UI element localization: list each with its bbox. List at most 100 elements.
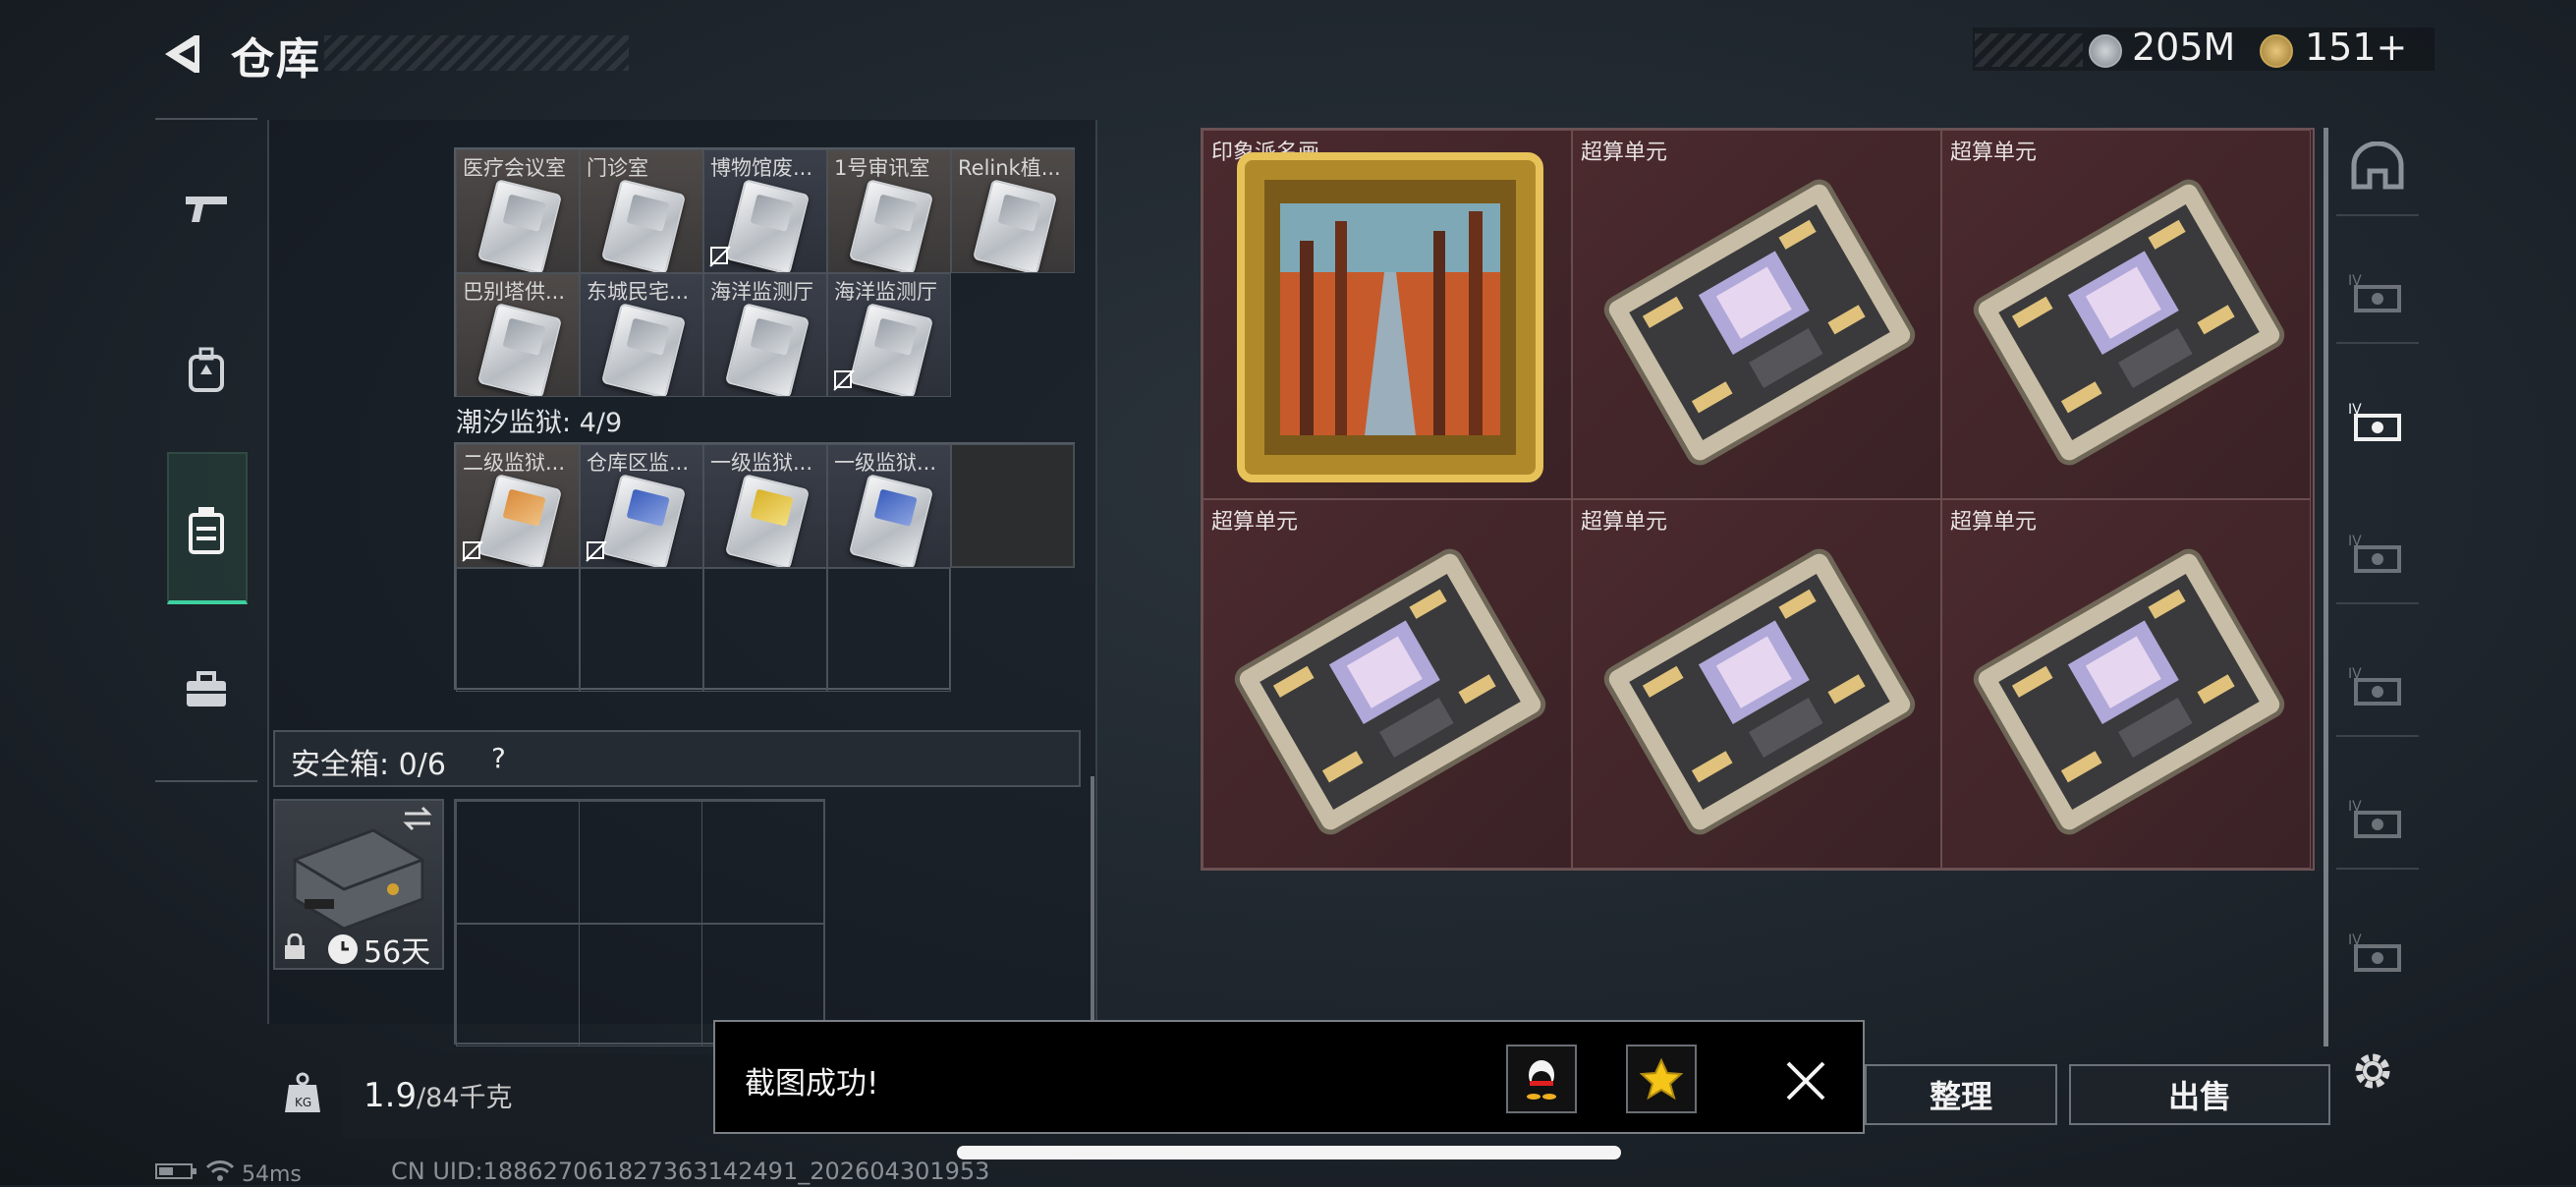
svg-text:KG: KG — [295, 1096, 311, 1109]
empty-slot[interactable] — [580, 568, 703, 692]
help-icon[interactable]: ? — [491, 742, 506, 774]
item-label: 东城民宅... — [587, 280, 690, 304]
ping-readout: 54ms — [242, 1162, 302, 1187]
supercomputer-unit-icon — [1603, 179, 1916, 466]
keycard-slot[interactable]: 一级监狱... — [827, 444, 951, 568]
keycard-icon — [600, 179, 687, 272]
keycard-icon — [476, 303, 563, 396]
item-label: 二级监狱... — [463, 451, 566, 475]
item-label: 一级监狱... — [710, 451, 813, 475]
supercomputer-unit-icon — [1234, 548, 1546, 835]
keycard-icon — [724, 474, 811, 567]
item-label: 巴别塔供... — [463, 280, 566, 304]
keycard-icon — [600, 303, 687, 396]
keycard-slot[interactable]: 门诊室 — [580, 149, 703, 273]
empty-slot[interactable] — [456, 568, 580, 692]
stash-item[interactable]: 印象派名画 — [1203, 130, 1572, 499]
stash-item[interactable]: 超算单元 — [1572, 130, 1941, 499]
keycard-slot[interactable]: 仓库区监... — [580, 444, 703, 568]
safebox-days: 56天 — [364, 935, 431, 970]
qzone-share-button[interactable] — [1626, 1045, 1697, 1113]
weapon-icon[interactable] — [155, 159, 257, 257]
stash-scrollbar[interactable] — [2324, 128, 2328, 1046]
right-nav: IV IV IV IV IV IV — [2336, 118, 2419, 1032]
supercomputer-unit-icon — [1603, 548, 1916, 835]
armor-iv-icon[interactable]: IV — [2336, 639, 2419, 737]
item-label: 仓库区监... — [587, 451, 690, 475]
keycard-slot[interactable]: 巴别塔供... — [456, 273, 580, 397]
gear-icon[interactable] — [2348, 1046, 2397, 1096]
swap-icon[interactable] — [401, 804, 434, 833]
keycard-icon — [600, 474, 687, 567]
section-title: 潮汐监狱: 4/9 — [456, 408, 623, 438]
keycard-slot[interactable]: 1号审讯室 — [827, 149, 951, 273]
supercomputer-unit-icon — [1973, 179, 2285, 466]
coin2-amount[interactable]: 151+ — [2305, 26, 2407, 69]
armor-iv-icon[interactable]: IV — [2336, 506, 2419, 604]
weight-readout: 1.9/84千克 — [364, 1076, 513, 1115]
currency-stripe — [1975, 33, 2083, 67]
wifi-icon — [205, 1160, 235, 1181]
item-label: 1号审讯室 — [834, 156, 930, 180]
keycard-slot[interactable]: 一级监狱... — [703, 444, 827, 568]
painting-icon — [1237, 152, 1543, 482]
left-nav — [155, 118, 257, 782]
empty-slot[interactable] — [456, 801, 580, 925]
keycard-slot[interactable]: 海洋监测厅 — [703, 273, 827, 397]
toast-message: 截图成功! — [745, 1066, 879, 1102]
backpack-icon[interactable] — [155, 321, 257, 420]
empty-slot[interactable] — [951, 444, 1075, 568]
stash-item[interactable]: 超算单元 — [1572, 499, 1941, 869]
armor-iv-icon[interactable]: IV — [2336, 373, 2419, 472]
stash-grid: 印象派名画 超算单元 超算单元 超算单元 超算单元 超算单元 — [1201, 128, 2315, 871]
left-scrollbar[interactable] — [1091, 776, 1094, 1022]
keycard-slot[interactable]: 海洋监测厅 — [827, 273, 951, 397]
armor-iv-icon[interactable]: IV — [2336, 904, 2419, 1002]
stash-item[interactable]: 超算单元 — [1941, 499, 2311, 869]
battery-icon — [155, 1163, 196, 1179]
qq-share-button[interactable] — [1506, 1045, 1577, 1113]
silver-coin-icon — [2089, 34, 2122, 68]
keycard-slot[interactable]: 医疗会议室 — [456, 149, 580, 273]
keycard-icon — [476, 474, 563, 567]
empty-slot[interactable] — [701, 801, 825, 925]
clock-icon — [328, 934, 358, 964]
empty-slot[interactable] — [456, 923, 580, 1046]
qzone-star-icon — [1640, 1057, 1683, 1101]
close-icon[interactable] — [1776, 1051, 1835, 1110]
back-arrow-icon[interactable] — [155, 29, 204, 79]
armor-iv-icon[interactable]: IV — [2336, 771, 2419, 870]
organize-button[interactable]: 整理 — [1865, 1064, 2057, 1125]
keycard-slot[interactable]: 博物馆废... — [703, 149, 827, 273]
empty-slot[interactable] — [703, 568, 827, 692]
supercomputer-unit-icon — [1973, 548, 2285, 835]
safebox-grid — [454, 799, 825, 1046]
coin1-amount[interactable]: 205M — [2132, 26, 2235, 69]
armor-iv-icon[interactable]: IV — [2336, 246, 2419, 344]
keycard-icon — [848, 303, 934, 396]
no-trade-icon — [709, 246, 731, 267]
item-label: 博物馆废... — [710, 156, 813, 180]
no-trade-icon — [462, 540, 483, 562]
empty-slot[interactable] — [827, 568, 951, 692]
status-bar: 54ms — [155, 1159, 302, 1187]
lock-icon — [285, 933, 305, 959]
keycard-slot[interactable]: Relink植... — [951, 149, 1075, 273]
helmet-icon[interactable] — [2336, 118, 2419, 216]
rig-icon[interactable] — [155, 481, 257, 580]
item-label: 海洋监测厅 — [710, 280, 813, 304]
empty-slot[interactable] — [579, 923, 702, 1046]
no-trade-icon — [833, 369, 855, 391]
empty-slot[interactable] — [579, 801, 702, 925]
sell-button[interactable]: 出售 — [2069, 1064, 2330, 1125]
stash-item[interactable]: 超算单元 — [1941, 130, 2311, 499]
no-trade-icon — [586, 540, 607, 562]
keycard-icon — [724, 303, 811, 396]
stash-item[interactable]: 超算单元 — [1203, 499, 1572, 869]
item-label: Relink植... — [958, 156, 1061, 180]
home-indicator[interactable] — [957, 1146, 1621, 1159]
toolbox-icon[interactable] — [155, 641, 257, 739]
keycard-slot[interactable]: 二级监狱... — [456, 444, 580, 568]
page-title: 仓库 — [231, 34, 321, 85]
keycard-slot[interactable]: 东城民宅... — [580, 273, 703, 397]
